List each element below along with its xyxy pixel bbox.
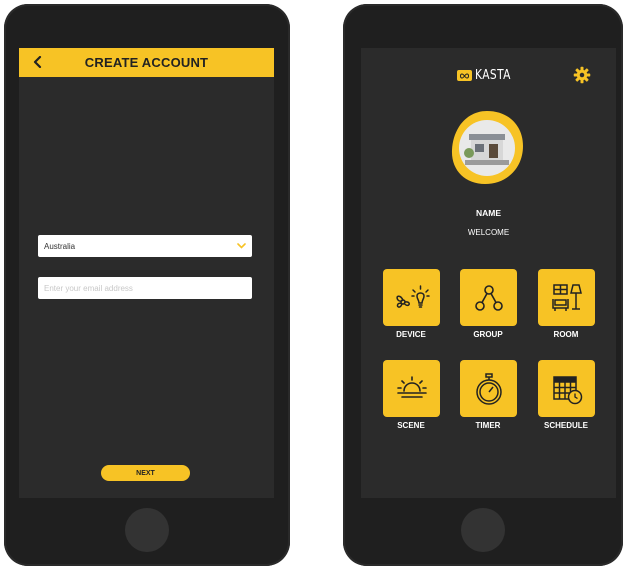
- chevron-left-icon: [33, 56, 42, 68]
- phone-home: KASTA NAME WELCOME DEVICE GROUP ROOM SCE…: [343, 4, 623, 566]
- group-label: GROUP: [473, 330, 503, 339]
- welcome-text: WELCOME: [467, 228, 510, 237]
- avatar[interactable]: [447, 108, 526, 187]
- home-button[interactable]: [125, 508, 169, 552]
- schedule-tile[interactable]: [538, 360, 595, 417]
- scene-label: SCENE: [397, 421, 425, 430]
- schedule-label: SCHEDULE: [543, 421, 588, 430]
- device-label: DEVICE: [396, 330, 426, 339]
- schedule-icon: [552, 375, 582, 404]
- profile-name: NAME: [475, 208, 502, 218]
- device-icon: [395, 284, 430, 308]
- country-select-value: Australia: [44, 241, 76, 251]
- room-label: ROOM: [553, 330, 579, 339]
- page-title: CREATE ACCOUNT: [84, 55, 209, 70]
- home-button[interactable]: [461, 508, 505, 552]
- infinity-icon: [457, 70, 472, 81]
- create-account-screen: CREATE ACCOUNT Australia NEXT: [19, 48, 274, 498]
- phone-create-account: CREATE ACCOUNT Australia NEXT: [4, 4, 290, 566]
- scene-icon: [396, 375, 427, 398]
- home-screen: KASTA NAME WELCOME DEVICE GROUP ROOM SCE…: [361, 48, 616, 498]
- brand-logo: KASTA: [457, 68, 519, 83]
- timer-label: TIMER: [475, 421, 501, 430]
- back-button[interactable]: [29, 53, 47, 71]
- group-tile[interactable]: [460, 269, 517, 326]
- room-icon: [551, 283, 582, 311]
- chevron-down-icon: [236, 241, 246, 251]
- brand-name: KASTA: [475, 68, 511, 83]
- email-field[interactable]: [38, 277, 252, 299]
- gear-icon[interactable]: [573, 66, 591, 84]
- group-icon: [474, 284, 503, 311]
- header-bar: CREATE ACCOUNT: [19, 48, 274, 77]
- room-tile[interactable]: [538, 269, 595, 326]
- country-select[interactable]: Australia: [38, 235, 252, 257]
- next-button[interactable]: NEXT: [101, 465, 190, 481]
- timer-icon: [475, 372, 502, 405]
- scene-tile[interactable]: [383, 360, 440, 417]
- device-tile[interactable]: [383, 269, 440, 326]
- timer-tile[interactable]: [460, 360, 517, 417]
